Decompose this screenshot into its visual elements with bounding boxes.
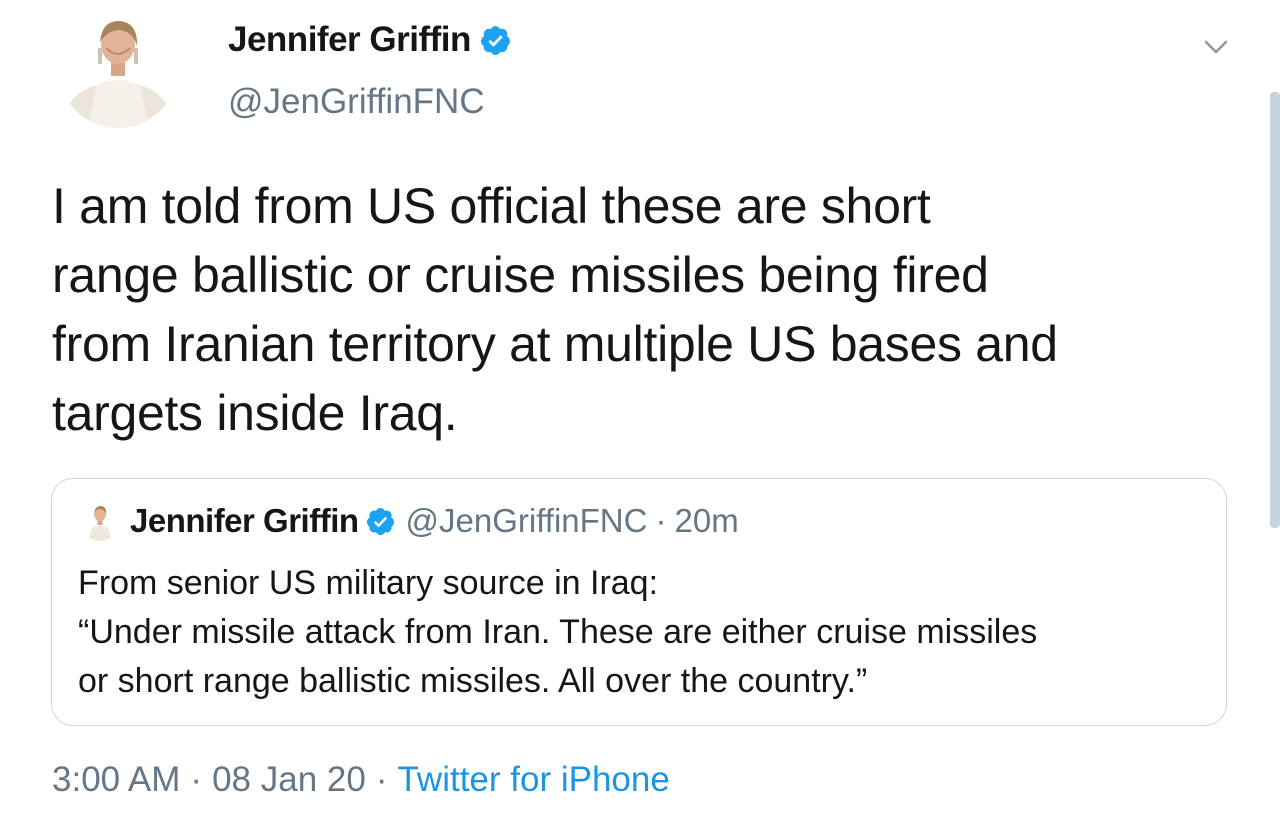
tweet-meta: 3:00 AM · 08 Jan 20 · Twitter for iPhone	[52, 760, 670, 800]
verified-badge-icon	[480, 25, 510, 55]
separator-dot: ·	[655, 502, 667, 539]
quoted-author-avatar	[80, 501, 120, 541]
quoted-tweet-text: From senior US military source in Iraq: …	[78, 564, 1038, 700]
quoted-author-name: Jennifer Griffin	[130, 502, 359, 539]
quoted-tweet-header: Jennifer Griffin @JenGriffinFNC · 20m	[80, 501, 739, 541]
scrollbar[interactable]	[1270, 92, 1280, 528]
quoted-tweet-card[interactable]: Jennifer Griffin @JenGriffinFNC · 20m Fr…	[51, 478, 1227, 726]
tweet-source-link[interactable]: Twitter for iPhone	[397, 760, 669, 800]
quoted-tweet-time: 20m	[674, 502, 739, 539]
avatar-image	[80, 501, 120, 541]
author-avatar[interactable]	[58, 8, 178, 128]
tweet-text: I am told from US official these are sho…	[52, 178, 1058, 441]
tweet-menu-button[interactable]	[1200, 34, 1232, 60]
author-name-row[interactable]: Jennifer Griffin	[228, 20, 512, 60]
avatar-image	[58, 8, 178, 128]
separator-dot: ·	[375, 760, 388, 799]
tweet-time[interactable]: 3:00 AM	[52, 760, 180, 800]
author-name[interactable]: Jennifer Griffin	[228, 20, 471, 60]
tweet-date[interactable]: 08 Jan 20	[212, 760, 366, 800]
quoted-author-handle: @JenGriffinFNC	[405, 502, 648, 539]
separator-dot: ·	[190, 760, 203, 799]
author-handle[interactable]: @JenGriffinFNC	[228, 82, 485, 122]
verified-badge-icon	[366, 507, 394, 535]
chevron-down-icon	[1204, 40, 1228, 54]
